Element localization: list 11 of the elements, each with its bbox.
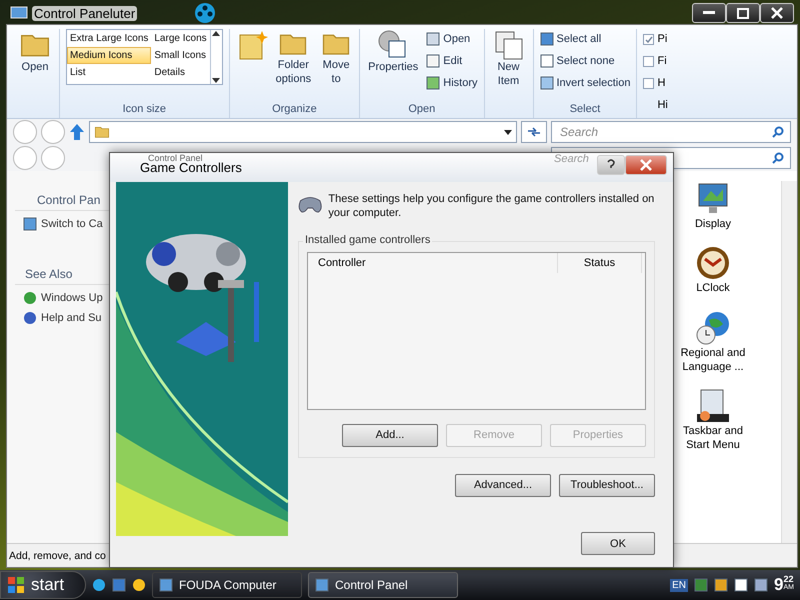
group-label: Select [568,103,602,117]
address-path: Control Panel [148,153,203,163]
group-label: Icon size [122,103,168,117]
group-label: Open [407,103,436,117]
window-title: Control Paneluter [32,6,138,20]
search-placeholder: Search [554,153,589,165]
group-label: Installed game controllers [303,234,432,246]
dialog-title: Game Controllers [140,160,242,175]
ribbon-label: Hi [656,98,668,113]
description-text: These settings help you configure the game controllers installed on your computer. [328,192,655,221]
group-label: Organize [271,103,318,117]
